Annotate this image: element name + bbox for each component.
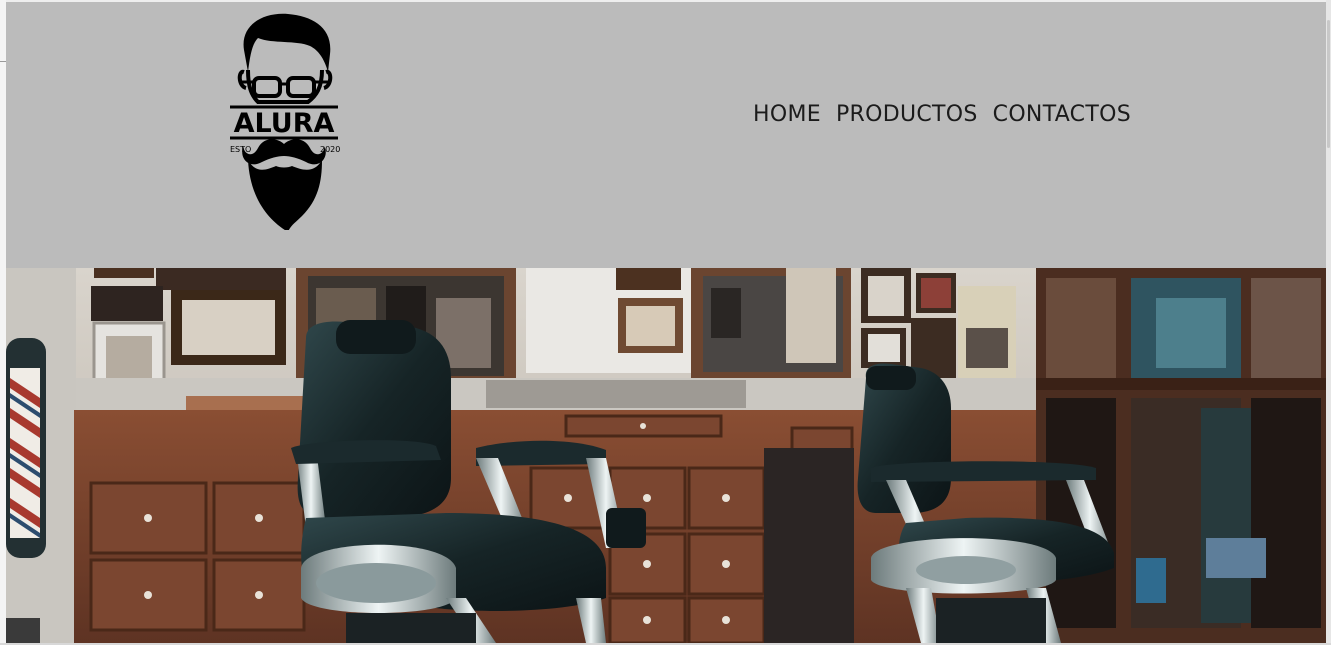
site-header: ALURA ESTO 2020 HOME PRODUCTOS CONTACTOS	[6, 2, 1326, 268]
main-nav: HOME PRODUCTOS CONTACTOS	[753, 102, 1131, 127]
hero-barbershop-image	[6, 268, 1326, 643]
logo-brand-name: ALURA	[234, 108, 335, 139]
logo-est-right: 2020	[320, 145, 340, 154]
alura-logo[interactable]: ALURA ESTO 2020	[218, 10, 348, 230]
page: ALURA ESTO 2020 HOME PRODUCTOS CONTACTOS	[6, 2, 1326, 643]
nav-home-link[interactable]: HOME	[753, 102, 821, 127]
nav-productos-link[interactable]: PRODUCTOS	[836, 102, 978, 127]
nav-contactos-link[interactable]: CONTACTOS	[993, 102, 1131, 127]
window-scrollbar-thumb[interactable]	[1327, 20, 1330, 148]
logo-est-left: ESTO	[230, 145, 251, 154]
barber-pole-icon	[6, 338, 46, 558]
